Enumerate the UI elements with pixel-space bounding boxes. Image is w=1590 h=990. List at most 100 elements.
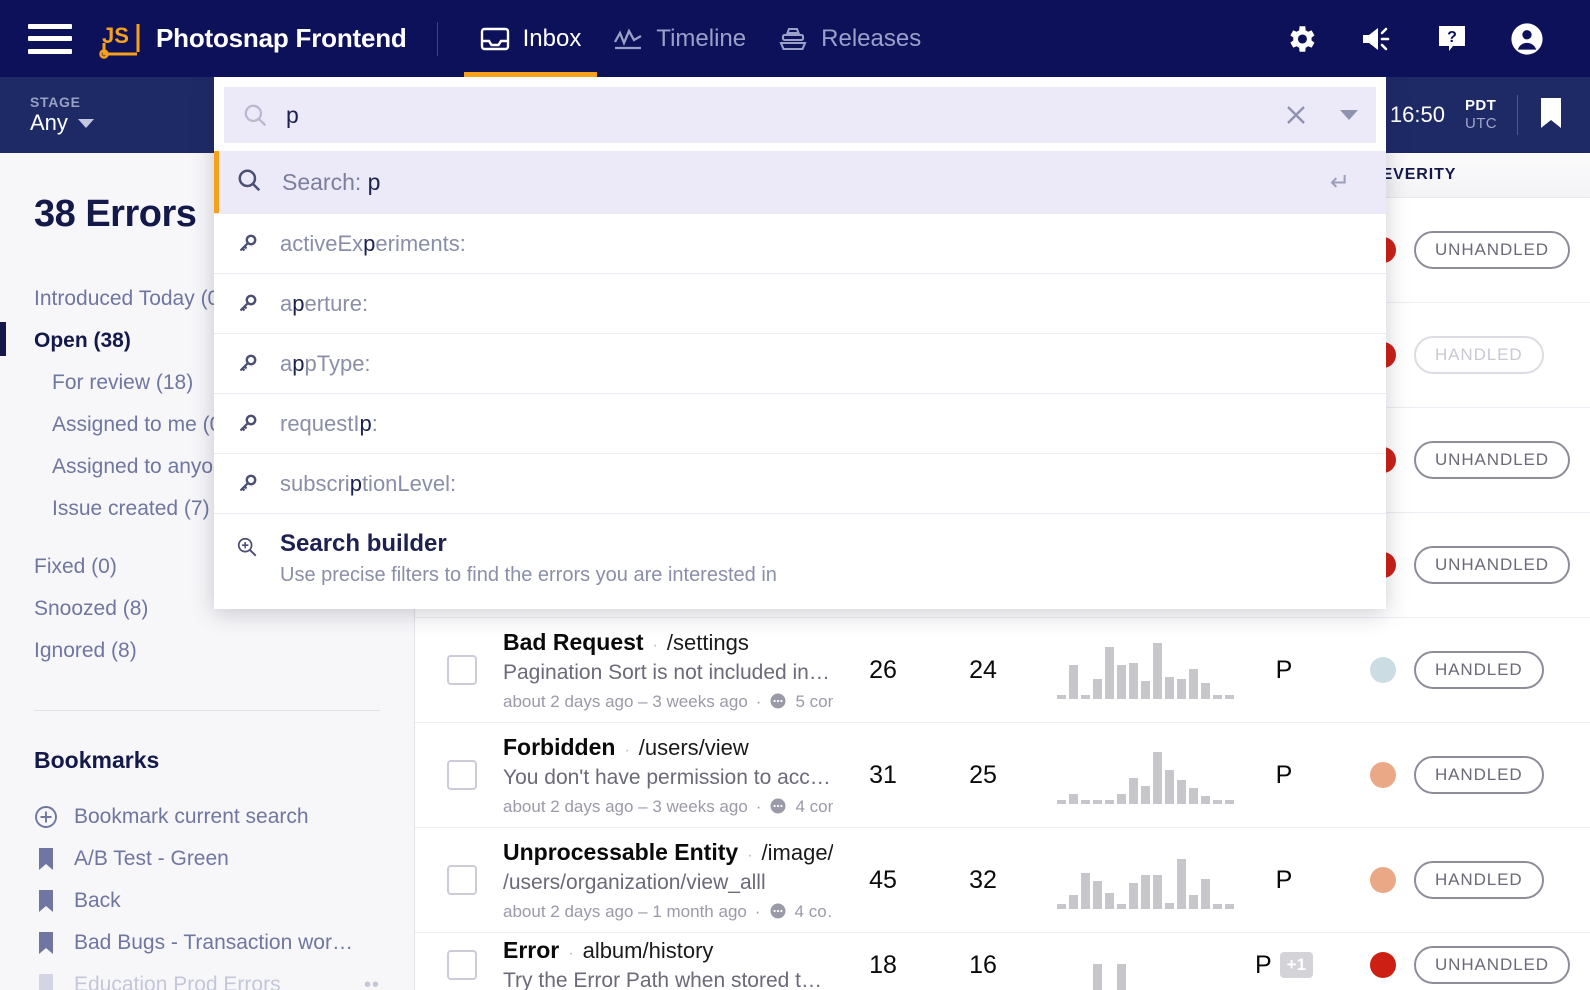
nav-item-label: Inbox	[522, 24, 582, 52]
row-checkbox[interactable]	[447, 950, 477, 980]
search-builder-option[interactable]: Search builder Use precise filters to fi…	[214, 513, 1386, 609]
error-stage: P	[1275, 655, 1293, 684]
close-icon[interactable]	[1284, 103, 1308, 127]
status-badge: UNHANDLED	[1414, 546, 1570, 584]
search-suggestion-item[interactable]: activeExperiments:	[214, 213, 1386, 273]
search-suggestion-label: subscriptionLevel:	[280, 470, 457, 496]
search-suggestion-item[interactable]: appType:	[214, 333, 1386, 393]
error-timerange: about 2 days ago – 1 month ago	[503, 901, 747, 921]
separator-dot: ·	[747, 846, 753, 864]
bookmark-label: Education Prod Errors	[74, 973, 281, 990]
chevron-down-icon[interactable]	[1340, 110, 1358, 120]
error-info: Bad Request · /settings Pagination Sort is …	[503, 629, 833, 712]
nav-item-releases[interactable]: Releases	[762, 0, 937, 77]
timezone-primary: PDT	[1464, 96, 1497, 114]
search-suggestion-primary[interactable]: Search: p ↵	[214, 151, 1386, 213]
brand-title: Photosnap Frontend	[156, 23, 407, 53]
error-sparkline-chart	[1053, 851, 1238, 909]
status-badge: UNHANDLED	[1414, 231, 1570, 269]
error-event-count: 18	[869, 950, 897, 979]
row-checkbox[interactable]	[447, 655, 477, 685]
nav-item-timeline[interactable]: Timeline	[597, 0, 762, 77]
bookmark-icon	[34, 847, 58, 871]
sidebar-item-label: Ignored (8)	[34, 639, 137, 662]
sidebar-item-label: Open (38)	[34, 329, 131, 352]
sidebar-item-label: Snoozed (8)	[34, 597, 149, 620]
bookmark-icon[interactable]	[1538, 96, 1564, 135]
bookmark-icon	[34, 931, 58, 955]
help-icon[interactable]: ?	[1436, 24, 1468, 54]
error-stage: P	[1275, 760, 1293, 789]
error-description: You don't have permission to access t…	[503, 765, 833, 789]
key-icon	[236, 354, 258, 374]
nav-items: Inbox Timeline Releases	[463, 0, 938, 77]
status-badge: HANDLED	[1414, 861, 1544, 899]
error-meta: about 2 days ago – 3 weeks ago · 4 com…	[503, 797, 833, 817]
overflow-menu-icon[interactable]: ••	[364, 974, 380, 990]
error-description: Pagination Sort is not included in the …	[503, 660, 833, 684]
error-info: Unprocessable Entity · /image/… /users/orga…	[503, 839, 833, 922]
nav-item-inbox[interactable]: Inbox	[463, 0, 598, 77]
js-logo-icon: JS	[96, 18, 142, 60]
timezone-block[interactable]: PDT UTC	[1465, 97, 1497, 134]
search-builder-subtitle: Use precise filters to find the errors y…	[280, 564, 777, 586]
status-badge: HANDLED	[1414, 756, 1544, 794]
gear-icon[interactable]	[1284, 22, 1318, 56]
time-range-display: , 16:50 PDT UTC	[1378, 95, 1564, 135]
toolbar-divider	[1517, 95, 1518, 135]
nav-divider	[436, 21, 438, 56]
key-icon	[236, 234, 258, 254]
error-stage-cell: P +1	[1238, 951, 1330, 980]
separator-dot: ·	[755, 796, 762, 816]
separator-dot: ·	[754, 901, 761, 921]
stage-filter-value: Any	[30, 110, 68, 135]
error-event-count: 26	[869, 655, 897, 684]
key-icon	[236, 474, 258, 494]
search-suggestion-item[interactable]: aperture:	[214, 273, 1386, 333]
error-comment-count: 4 co…	[794, 901, 833, 921]
table-row[interactable]: Forbidden · /users/view You don't have perm…	[415, 723, 1590, 828]
error-info: Forbidden · /users/view You don't have perm…	[503, 734, 833, 817]
error-meta: about 2 days ago – 1 month ago · 4 co…	[503, 902, 833, 922]
error-severity-cell: HANDLED	[1348, 756, 1590, 794]
account-icon[interactable]	[1510, 22, 1544, 56]
error-stage-cell: P	[1238, 761, 1330, 790]
bookmark-label: Back	[74, 889, 121, 912]
table-row[interactable]: Unprocessable Entity · /image/… /users/orga…	[415, 828, 1590, 933]
error-user-count: 24	[969, 655, 997, 684]
bookmark-item-bad-bugs[interactable]: Bad Bugs - Transaction wor…	[34, 922, 380, 964]
time-text: , 16:50	[1377, 102, 1445, 127]
search-suggestion-item[interactable]: requestIp:	[214, 393, 1386, 453]
stage-filter[interactable]: STAGE Any	[0, 94, 175, 136]
search-suggestion-label: requestIp:	[280, 410, 378, 436]
error-description: Try the Error Path when stored to set …	[503, 969, 833, 990]
bookmark-icon	[34, 973, 58, 990]
bookmark-item-education-prod-errors[interactable]: Education Prod Errors ••	[34, 964, 380, 990]
search-input-wrapper[interactable]: p	[224, 87, 1376, 143]
hamburger-icon[interactable]	[28, 23, 72, 54]
sidebar-divider	[34, 710, 380, 711]
timeline-icon	[613, 26, 643, 52]
bookmark-item-back[interactable]: Back	[34, 880, 380, 922]
comment-icon	[769, 693, 787, 711]
error-sparkline-chart	[1053, 746, 1238, 804]
stage-filter-label: STAGE	[30, 94, 81, 110]
row-checkbox[interactable]	[447, 760, 477, 790]
severity-dot	[1370, 952, 1396, 978]
table-row[interactable]: Error · album/history Try the Error Path wh…	[415, 933, 1590, 990]
status-badge: UNHANDLED	[1414, 946, 1570, 984]
row-checkbox[interactable]	[447, 865, 477, 895]
error-path: /settings	[666, 629, 749, 655]
search-dropdown-panel: p Search: p ↵ activeExperiments: aperture…	[214, 77, 1386, 609]
search-suggestion-primary-label: Search: p	[282, 168, 381, 195]
search-suggestion-item[interactable]: subscriptionLevel:	[214, 453, 1386, 513]
search-input[interactable]: p	[286, 102, 1266, 129]
bookmark-item-ab-test-green[interactable]: A/B Test - Green	[34, 838, 380, 880]
chevron-down-icon[interactable]	[77, 118, 94, 128]
megaphone-icon[interactable]	[1360, 24, 1394, 54]
severity-dot	[1370, 867, 1396, 893]
bookmark-current-search-button[interactable]: Bookmark current search	[34, 796, 380, 838]
table-row[interactable]: Bad Request · /settings Pagination Sort is …	[415, 618, 1590, 723]
sidebar-item-ignored[interactable]: Ignored (8)	[34, 630, 380, 672]
error-stage: P	[1275, 865, 1293, 894]
